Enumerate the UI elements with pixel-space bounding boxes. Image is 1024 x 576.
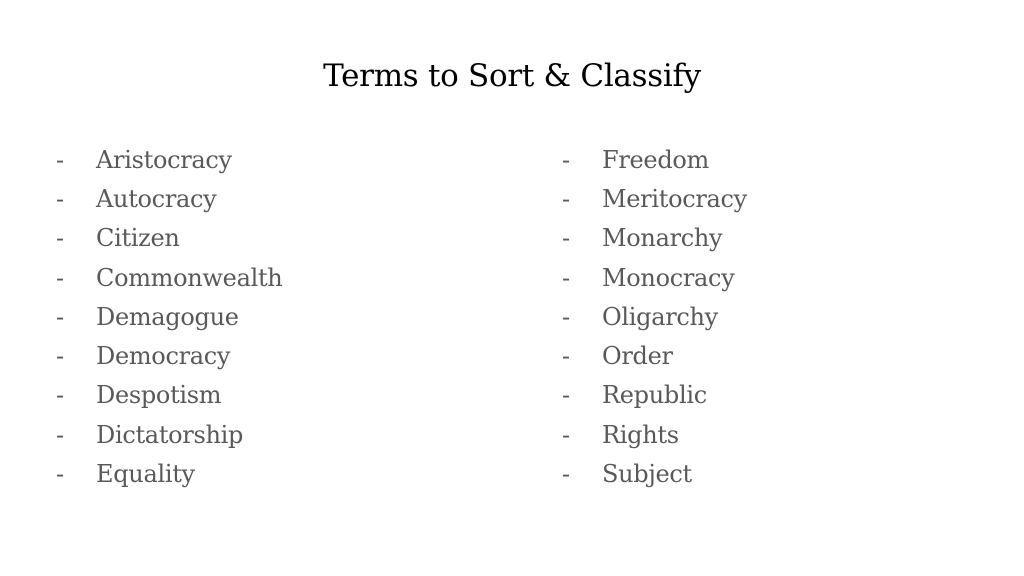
bullet-dash: -	[562, 420, 570, 449]
bullet-dash: -	[562, 145, 570, 174]
bullet-dash: -	[562, 302, 570, 331]
bullet-dash: -	[562, 460, 570, 489]
list-item: - Subject	[562, 454, 747, 493]
list-item: - Order	[562, 336, 747, 375]
list-item: - Aristocracy	[56, 140, 282, 179]
term-label: Meritocracy	[602, 184, 747, 213]
terms-list-left: - Aristocracy - Autocracy - Citizen - Common…	[56, 140, 283, 494]
term-label: Aristocracy	[96, 145, 232, 174]
list-item: - Democracy	[56, 336, 282, 375]
list-item: - Equality	[56, 454, 282, 493]
bullet-dash: -	[562, 381, 570, 410]
bullet-dash: -	[56, 302, 64, 331]
list-item: - Republic	[562, 376, 747, 415]
bullet-dash: -	[56, 145, 64, 174]
list-item: - Demagogue	[56, 297, 282, 336]
term-label: Democracy	[96, 342, 231, 371]
term-label: Monarchy	[602, 224, 723, 253]
list-item: - Commonwealth	[56, 258, 283, 297]
bullet-dash: -	[56, 263, 64, 292]
bullet-dash: -	[562, 342, 570, 371]
list-item: - Despotism	[56, 376, 282, 415]
list-item: - Dictatorship	[56, 415, 282, 454]
list-item: - Citizen	[56, 219, 282, 258]
list-item: - Monarchy	[562, 219, 747, 258]
bullet-dash: -	[562, 263, 570, 292]
term-label: Commonwealth	[96, 263, 283, 292]
term-label: Republic	[602, 381, 707, 410]
list-item: - Oligarchy	[562, 297, 747, 336]
bullet-dash: -	[56, 224, 64, 253]
term-label: Dictatorship	[96, 420, 244, 449]
list-item: - Autocracy	[56, 179, 282, 218]
list-item: - Monocracy	[562, 258, 747, 297]
term-label: Oligarchy	[602, 302, 718, 331]
list-item: - Freedom	[562, 140, 747, 179]
term-label: Despotism	[96, 381, 222, 410]
bullet-dash: -	[56, 342, 64, 371]
term-label: Monocracy	[602, 263, 735, 292]
bullet-dash: -	[562, 184, 570, 213]
bullet-dash: -	[562, 224, 570, 253]
bullet-dash: -	[56, 460, 64, 489]
term-label: Freedom	[602, 145, 710, 174]
term-label: Subject	[602, 460, 692, 489]
term-label: Citizen	[96, 224, 180, 253]
term-label: Autocracy	[96, 184, 217, 213]
bullet-dash: -	[56, 381, 64, 410]
list-item: - Rights	[562, 415, 747, 454]
bullet-dash: -	[56, 184, 64, 213]
term-label: Order	[602, 342, 673, 371]
list-item: - Meritocracy	[562, 179, 747, 218]
terms-list-right: - Freedom - Meritocracy - Monarchy - Monocra…	[562, 140, 747, 494]
term-label: Demagogue	[96, 302, 239, 331]
term-label: Equality	[96, 460, 195, 489]
slide: Terms to Sort & Classify - Aristocracy - A…	[0, 0, 1024, 576]
bullet-dash: -	[56, 420, 64, 449]
slide-title: Terms to Sort & Classify	[323, 58, 701, 94]
term-label: Rights	[602, 420, 679, 449]
